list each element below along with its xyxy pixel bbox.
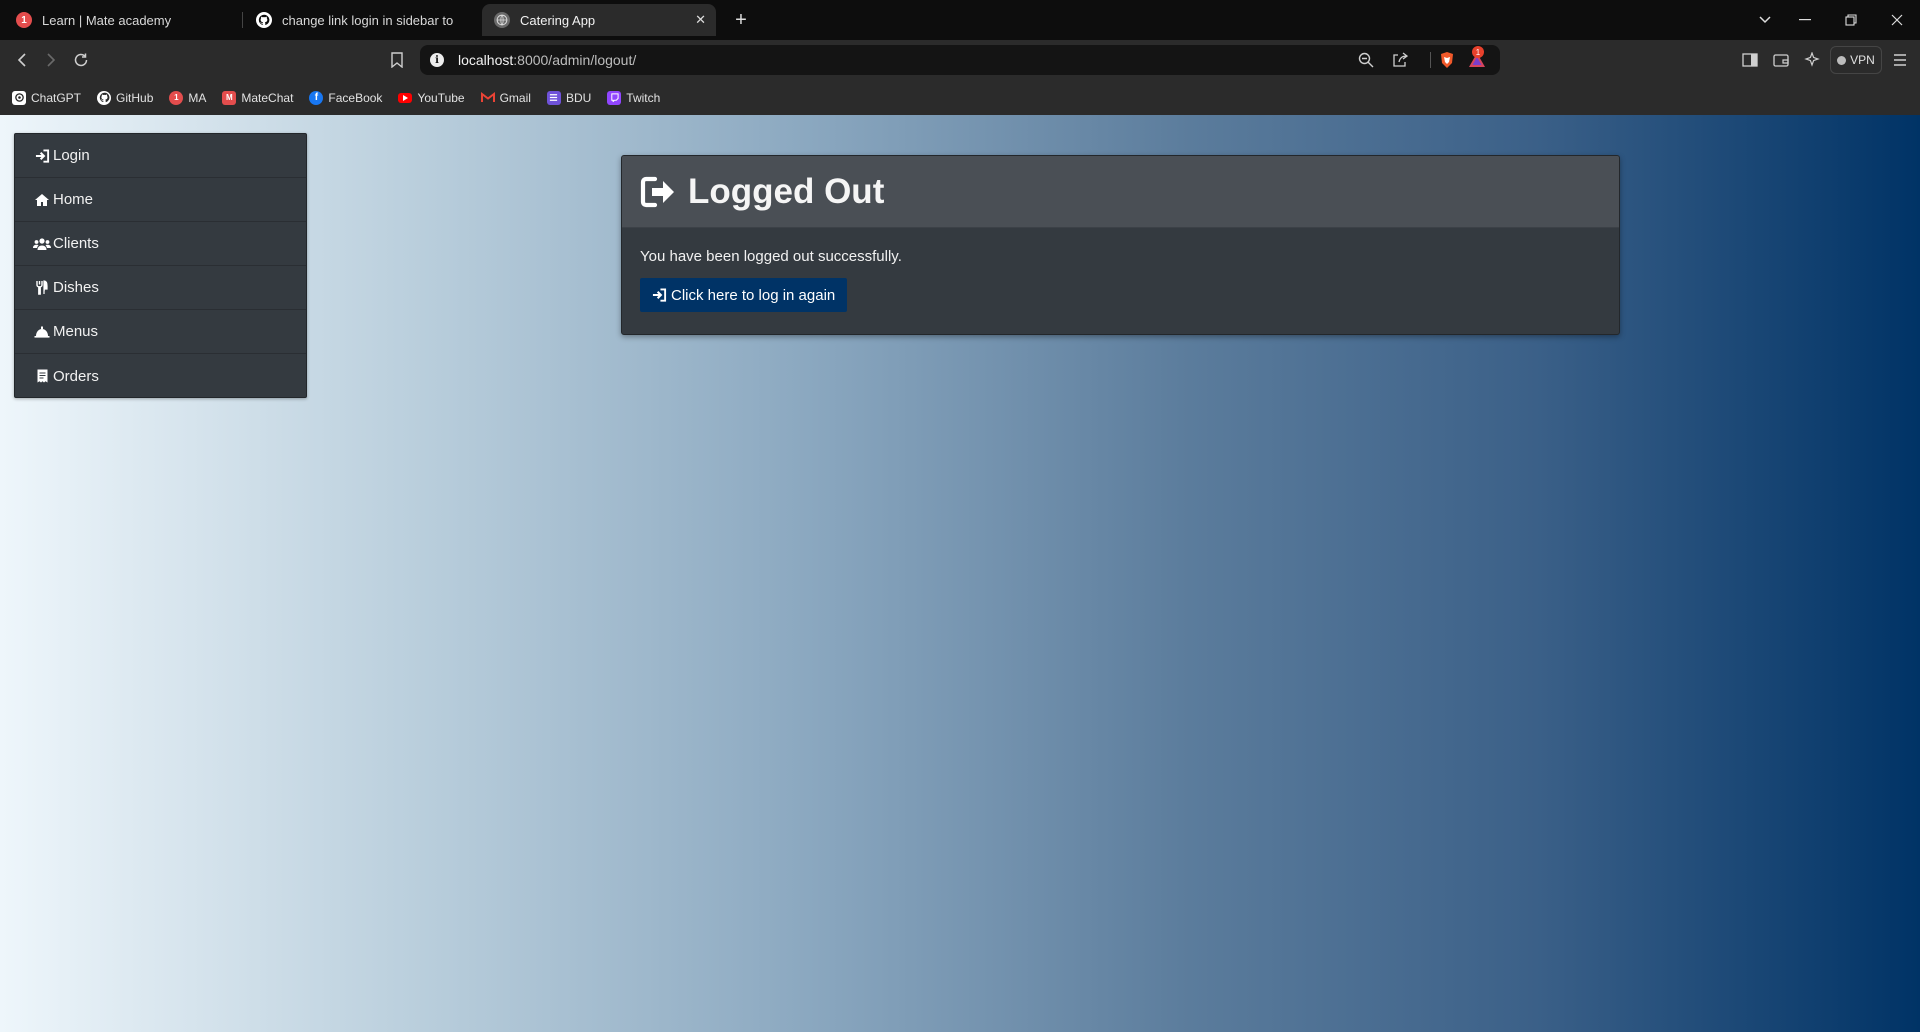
gmail-icon — [480, 91, 495, 105]
sidebar-item-dishes[interactable]: Dishes — [15, 266, 306, 310]
restore-button[interactable] — [1838, 7, 1864, 33]
bookmark-label: MA — [188, 90, 207, 105]
matechat-icon: M — [222, 90, 237, 105]
sidebar-item-label: Orders — [53, 367, 99, 385]
minimize-button[interactable] — [1792, 7, 1818, 33]
card-body: You have been logged out successfully. C… — [622, 228, 1619, 332]
logout-message: You have been logged out successfully. — [640, 248, 902, 265]
globe-icon — [494, 12, 510, 28]
page-viewport: Login Home Clients Dishes Menus Orders L… — [0, 115, 1920, 1032]
button-label: Click here to log in again — [671, 286, 836, 304]
share-icon[interactable] — [1389, 49, 1411, 71]
users-icon — [33, 236, 51, 252]
twitch-icon — [607, 90, 622, 105]
bookmark-label: MateChat — [241, 90, 294, 105]
bookmark-ma[interactable]: 1 MA — [169, 90, 207, 105]
vpn-status-icon — [1837, 55, 1847, 65]
bookmark-gmail[interactable]: Gmail — [480, 90, 531, 105]
home-icon — [33, 192, 51, 208]
wallet-icon[interactable] — [1768, 47, 1794, 73]
cloche-icon — [33, 324, 51, 340]
logout-card: Logged Out You have been logged out succ… — [621, 155, 1620, 335]
zoom-out-icon[interactable] — [1355, 49, 1377, 71]
github-icon — [256, 12, 272, 28]
bookmark-label: ChatGPT — [31, 90, 82, 105]
card-header: Logged Out — [622, 156, 1619, 228]
sidebar-item-login[interactable]: Login — [15, 134, 306, 178]
new-tab-button[interactable]: + — [728, 7, 754, 33]
brave-shields-icon[interactable] — [1436, 49, 1458, 71]
sidebar-item-home[interactable]: Home — [15, 178, 306, 222]
sign-in-icon — [33, 148, 51, 164]
menu-icon[interactable] — [1887, 47, 1913, 73]
mate-academy-icon: 1 — [169, 90, 184, 105]
close-window-button[interactable] — [1884, 7, 1910, 33]
bookmark-bdu[interactable]: BDU — [546, 90, 592, 105]
sidebar-item-label: Login — [53, 147, 90, 164]
sign-out-icon — [640, 176, 678, 208]
page-title: Logged Out — [688, 171, 885, 211]
leo-ai-icon[interactable] — [1799, 47, 1825, 73]
bookmark-icon[interactable] — [384, 47, 410, 73]
bookmark-label: BDU — [565, 90, 592, 105]
bookmark-label: Gmail — [499, 90, 531, 105]
bdu-icon — [546, 90, 561, 105]
close-icon[interactable]: ✕ — [695, 12, 706, 28]
chatgpt-icon — [12, 90, 26, 105]
url-path: :8000/admin/logout/ — [513, 52, 637, 68]
tab-title: change link login in sidebar to avoid — [282, 12, 456, 28]
mate-academy-icon: 1 — [16, 12, 32, 28]
sidebar-item-orders[interactable]: Orders — [15, 354, 306, 398]
bookmark-label: GitHub — [116, 90, 154, 105]
sidebar-item-label: Dishes — [53, 279, 99, 296]
bookmark-twitch[interactable]: Twitch — [607, 90, 661, 105]
sidebar-item-clients[interactable]: Clients — [15, 222, 306, 266]
tab-title: Learn | Mate academy — [42, 12, 172, 28]
bookmark-label: YouTube — [417, 90, 465, 105]
sign-in-icon — [652, 288, 667, 302]
receipt-icon — [33, 368, 51, 384]
utensils-icon — [33, 280, 51, 296]
bookmarks-bar: ChatGPT GitHub 1 MA M MateChat f FaceBoo… — [0, 80, 1920, 115]
tab-github[interactable]: change link login in sidebar to avoid — [244, 4, 468, 36]
tab-mate-academy[interactable]: 1 Learn | Mate academy — [4, 4, 240, 36]
sidebar-toggle-icon[interactable] — [1737, 47, 1763, 73]
reload-button[interactable] — [68, 47, 94, 73]
address-bar[interactable]: i localhost:8000/admin/logout/ 1 — [420, 45, 1500, 75]
bookmark-label: FaceBook — [328, 90, 383, 105]
sidebar: Login Home Clients Dishes Menus Orders — [14, 133, 307, 398]
forward-button[interactable] — [38, 47, 64, 73]
bookmark-facebook[interactable]: f FaceBook — [309, 90, 383, 105]
bookmark-youtube[interactable]: YouTube — [398, 90, 465, 105]
site-info-icon[interactable]: i — [430, 53, 444, 67]
rewards-badge: 1 — [1472, 46, 1484, 58]
github-icon — [97, 90, 112, 105]
url-text[interactable]: localhost:8000/admin/logout/ — [458, 52, 636, 68]
youtube-icon — [398, 92, 413, 103]
bookmark-chatgpt[interactable]: ChatGPT — [12, 90, 82, 105]
sidebar-item-label: Clients — [53, 235, 99, 252]
tab-bar: 1 Learn | Mate academy change link login… — [0, 0, 1920, 40]
bookmark-matechat[interactable]: M MateChat — [222, 90, 294, 105]
tab-separator — [242, 12, 243, 28]
vpn-button[interactable]: VPN — [1830, 46, 1882, 74]
bookmark-github[interactable]: GitHub — [97, 90, 154, 105]
vpn-label: VPN — [1850, 53, 1875, 67]
tab-title: Catering App — [520, 12, 596, 28]
sidebar-item-label: Home — [53, 191, 94, 208]
sidebar-item-label: Menus — [53, 323, 99, 340]
divider — [1430, 52, 1431, 68]
url-host: localhost — [458, 52, 514, 68]
bookmark-label: Twitch — [626, 90, 661, 105]
back-button[interactable] — [9, 47, 35, 73]
sidebar-item-menus[interactable]: Menus — [15, 310, 306, 354]
facebook-icon: f — [309, 90, 324, 105]
browser-toolbar: i localhost:8000/admin/logout/ 1 VPN — [0, 40, 1920, 80]
tab-catering-app[interactable]: Catering App ✕ — [482, 4, 716, 36]
tab-search-chevron-icon[interactable] — [1752, 7, 1778, 33]
log-in-again-button[interactable]: Click here to log in again — [640, 278, 848, 312]
